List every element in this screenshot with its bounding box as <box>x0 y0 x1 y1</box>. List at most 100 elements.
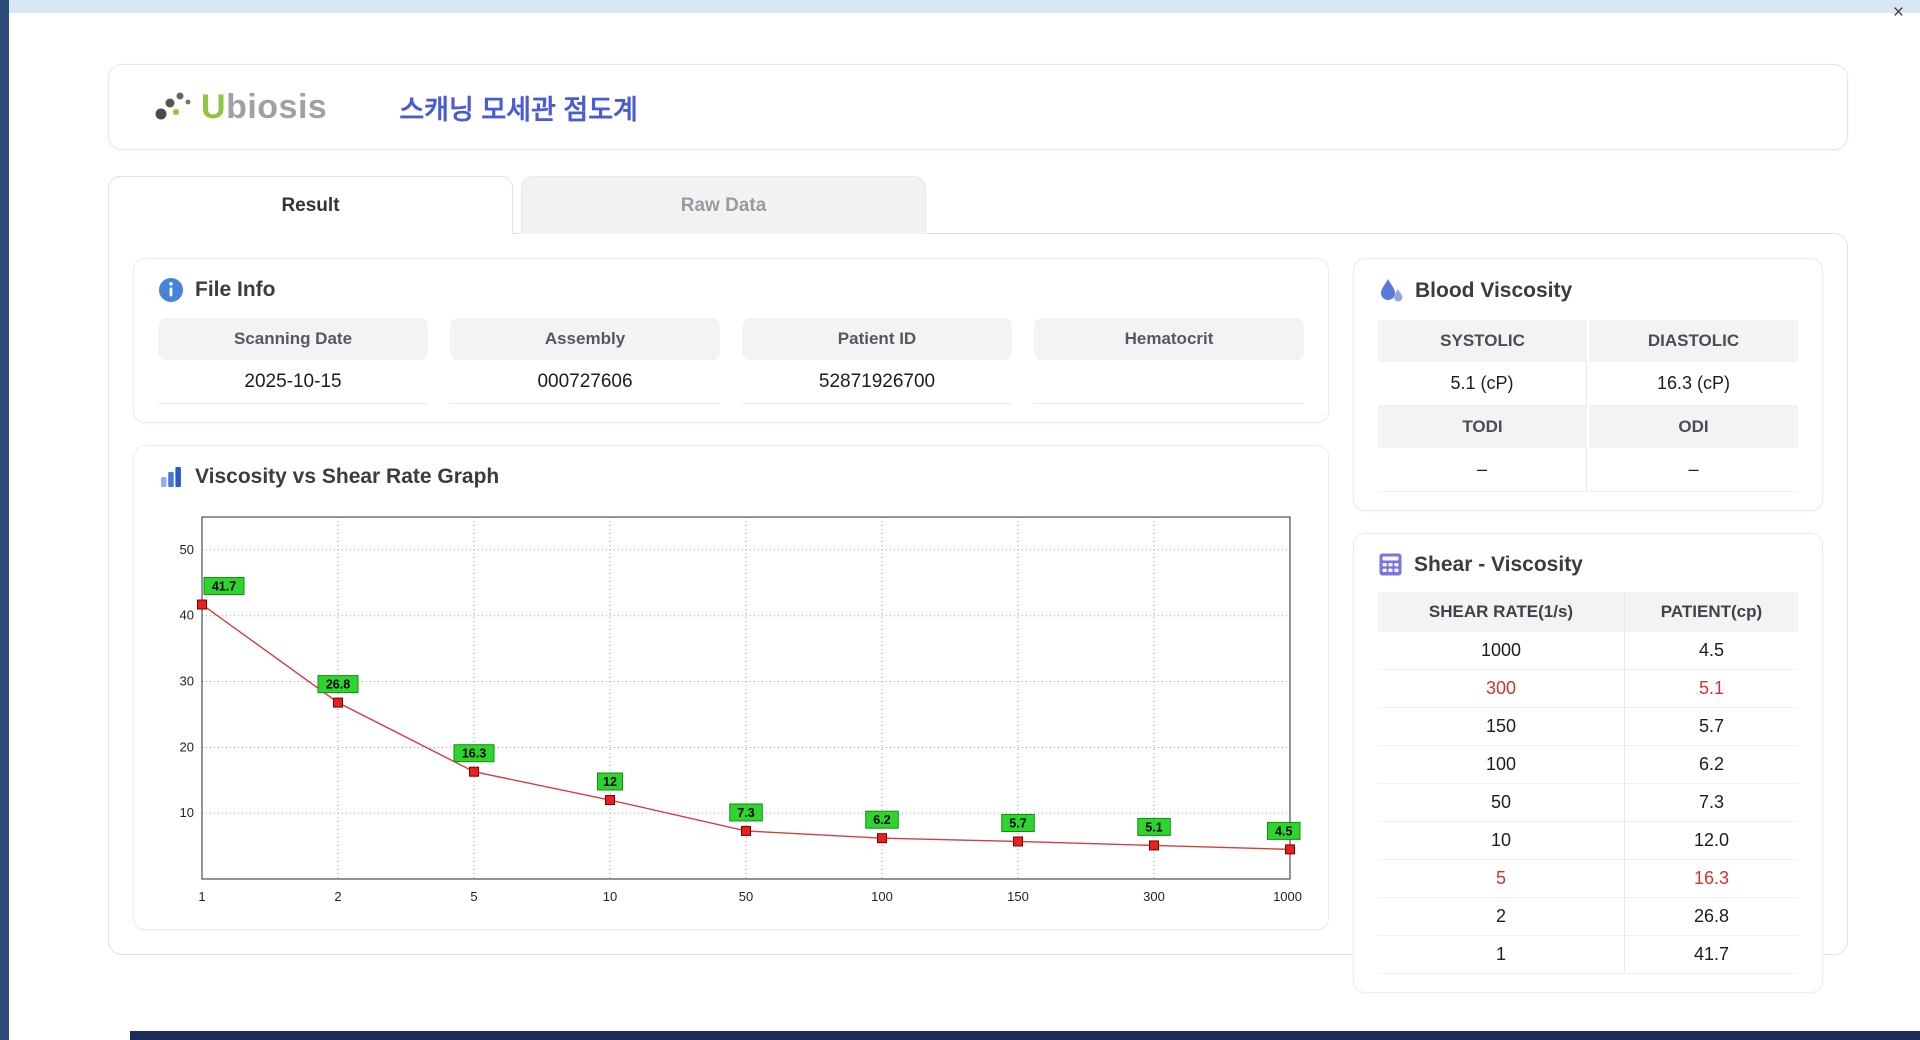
window-close-button[interactable]: × <box>1889 1 1908 24</box>
window-left-edge <box>0 0 9 1040</box>
shear-row-300: 300 5.1 <box>1378 669 1798 708</box>
svg-text:30: 30 <box>180 674 194 689</box>
svg-text:7.3: 7.3 <box>737 806 754 820</box>
table-icon <box>1379 553 1402 576</box>
svg-text:2: 2 <box>334 889 341 904</box>
shear-cell: 100 <box>1378 745 1625 784</box>
tab-result[interactable]: Result <box>108 176 513 234</box>
result-panel: File Info Scanning Date 2025-10-15 Assembl… <box>108 233 1848 993</box>
svg-text:26.8: 26.8 <box>326 678 350 692</box>
bv-value-systolic: 5.1 (cP) <box>1378 362 1587 406</box>
shear-table-header: SHEAR RATE(1/s) PATIENT(cp) <box>1378 592 1798 632</box>
viscosity-chart: 10 20 30 40 50 1 2 5 10 50 100 150 300 1000 41.7 26.8 16… <box>158 505 1304 911</box>
blood-viscosity-grid: SYSTOLIC DIASTOLIC 5.1 (cP) 16.3 (cP) TODI OD… <box>1378 320 1798 492</box>
field-value: 52871926700 <box>742 360 1012 404</box>
brand-text: Ubiosis <box>201 87 328 126</box>
shear-cell: 5.7 <box>1624 707 1798 746</box>
shear-cell: 5.1 <box>1624 669 1798 708</box>
shear-cell: 2 <box>1378 897 1625 936</box>
shear-cell: 300 <box>1378 669 1625 708</box>
field-label: Hematocrit <box>1034 318 1304 360</box>
svg-text:1000: 1000 <box>1273 889 1302 904</box>
app-header: Ubiosis 스캐닝 모세관 점도계 <box>108 64 1848 150</box>
bv-header-diastolic: DIASTOLIC <box>1589 320 1798 362</box>
svg-text:300: 300 <box>1143 889 1165 904</box>
svg-text:5: 5 <box>470 889 477 904</box>
svg-text:5.1: 5.1 <box>1145 820 1162 834</box>
field-label: Patient ID <box>742 318 1012 360</box>
svg-text:40: 40 <box>180 608 194 623</box>
field-value: 000727606 <box>450 360 720 404</box>
shear-row-10: 10 12.0 <box>1378 821 1798 860</box>
ubiosis-logo: Ubiosis <box>153 88 327 127</box>
file-info-title: File Info <box>195 278 276 301</box>
graph-title: Viscosity vs Shear Rate Graph <box>195 465 500 488</box>
shear-cell: 1000 <box>1378 632 1625 670</box>
shear-viscosity-title: Shear - Viscosity <box>1414 552 1583 576</box>
file-info-field-hematocrit: Hematocrit <box>1034 318 1304 404</box>
file-info-card: File Info Scanning Date 2025-10-15 Assembl… <box>133 258 1329 423</box>
file-info-field-assembly: Assembly 000727606 <box>450 318 720 404</box>
field-label: Scanning Date <box>158 318 428 360</box>
shear-viscosity-table: SHEAR RATE(1/s) PATIENT(cp) 1000 4.5 300 5.… <box>1378 592 1798 974</box>
shear-cell: 4.5 <box>1624 632 1798 670</box>
bv-header-todi: TODI <box>1378 406 1587 448</box>
shear-row-100: 100 6.2 <box>1378 745 1798 784</box>
svg-text:50: 50 <box>739 889 753 904</box>
shear-row-1: 1 41.7 <box>1378 935 1798 974</box>
window-bottom-edge <box>130 1031 1920 1040</box>
svg-text:16.3: 16.3 <box>462 747 486 761</box>
shear-cell: 50 <box>1378 783 1625 822</box>
field-value: 2025-10-15 <box>158 360 428 404</box>
field-value <box>1034 360 1304 404</box>
shear-cell: 7.3 <box>1624 783 1798 822</box>
info-icon <box>159 278 183 302</box>
svg-text:4.5: 4.5 <box>1275 824 1292 838</box>
svg-text:10: 10 <box>603 889 617 904</box>
shear-cell: 150 <box>1378 707 1625 746</box>
shear-row-2: 2 26.8 <box>1378 897 1798 936</box>
svg-text:50: 50 <box>180 542 194 557</box>
shear-viscosity-card: Shear - Viscosity SHEAR RATE(1/s) PATIEN… <box>1353 533 1823 993</box>
water-drops-icon <box>1381 279 1403 302</box>
shear-cell: 41.7 <box>1624 935 1798 974</box>
shear-row-150: 150 5.7 <box>1378 707 1798 746</box>
app-title: 스캐닝 모세관 점도계 <box>399 94 638 125</box>
svg-text:10: 10 <box>180 805 194 820</box>
bv-header-odi: ODI <box>1589 406 1798 448</box>
shear-cell: 5 <box>1378 859 1625 898</box>
shear-cell: 16.3 <box>1624 859 1798 898</box>
col-patient: PATIENT(cp) <box>1624 592 1798 632</box>
col-shear-rate: SHEAR RATE(1/s) <box>1378 592 1625 632</box>
shear-cell: 12.0 <box>1624 821 1798 860</box>
svg-text:6.2: 6.2 <box>873 813 890 827</box>
bv-value-todi: – <box>1378 448 1587 492</box>
field-label: Assembly <box>450 318 720 360</box>
shear-cell: 10 <box>1378 821 1625 860</box>
tab-raw-data[interactable]: Raw Data <box>521 176 926 234</box>
shear-row-50: 50 7.3 <box>1378 783 1798 822</box>
svg-text:41.7: 41.7 <box>212 580 236 594</box>
shear-cell: 26.8 <box>1624 897 1798 936</box>
svg-text:150: 150 <box>1007 889 1029 904</box>
window-top-bar <box>0 0 1920 13</box>
svg-text:5.7: 5.7 <box>1009 816 1026 830</box>
bar-chart-icon <box>161 467 181 487</box>
logo-dots-icon <box>155 92 191 120</box>
shear-row-5: 5 16.3 <box>1378 859 1798 898</box>
bv-header-systolic: SYSTOLIC <box>1378 320 1587 362</box>
main-page: Ubiosis 스캐닝 모세관 점도계 Result Raw Data File… <box>108 64 1848 993</box>
file-info-field-scanning-date: Scanning Date 2025-10-15 <box>158 318 428 404</box>
graph-card: Viscosity vs Shear Rate Graph 10 20 30 40 50… <box>133 445 1329 930</box>
file-info-field-patient-id: Patient ID 52871926700 <box>742 318 1012 404</box>
svg-text:12: 12 <box>603 775 617 789</box>
blood-viscosity-card: Blood Viscosity SYSTOLIC DIASTOLIC 5.1 (cP… <box>1353 258 1823 511</box>
shear-cell: 6.2 <box>1624 745 1798 784</box>
blood-viscosity-title: Blood Viscosity <box>1415 279 1573 302</box>
file-info-fields: Scanning Date 2025-10-15 Assembly 000727606… <box>158 318 1304 404</box>
bv-value-odi: – <box>1589 448 1798 492</box>
svg-text:100: 100 <box>871 889 893 904</box>
shear-cell: 1 <box>1378 935 1625 974</box>
bv-value-diastolic: 16.3 (cP) <box>1589 362 1798 406</box>
svg-text:1: 1 <box>198 889 205 904</box>
